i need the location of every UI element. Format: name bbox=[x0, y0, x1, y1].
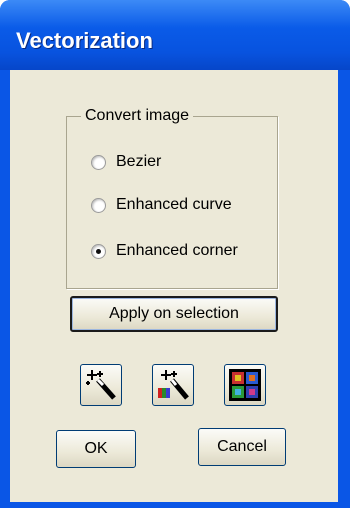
radio-circle-icon bbox=[91, 243, 106, 259]
magic-wand-color-icon bbox=[158, 370, 189, 400]
window-title: Vectorization bbox=[16, 28, 153, 53]
color-grid-icon bbox=[229, 369, 261, 401]
color-grid-button[interactable] bbox=[224, 364, 266, 406]
title-bar[interactable]: Vectorization bbox=[0, 0, 350, 70]
convert-image-group: Convert image Bezier Enhanced curve Enha… bbox=[66, 107, 278, 289]
radio-bezier[interactable]: Bezier bbox=[91, 151, 161, 173]
radio-circle-icon bbox=[91, 154, 106, 170]
ok-button[interactable]: OK bbox=[56, 430, 136, 468]
magic-wand-button[interactable] bbox=[80, 364, 122, 406]
radio-label: Enhanced curve bbox=[116, 196, 232, 213]
cancel-button[interactable]: Cancel bbox=[198, 428, 286, 466]
radio-label: Bezier bbox=[116, 153, 162, 170]
apply-on-selection-button[interactable]: Apply on selection bbox=[70, 296, 278, 332]
radio-label: Enhanced corner bbox=[116, 242, 238, 259]
radio-enhanced-curve[interactable]: Enhanced curve bbox=[91, 194, 232, 216]
group-legend: Convert image bbox=[85, 107, 190, 124]
magic-wand-icon bbox=[86, 370, 116, 400]
dialog-body: Convert image Bezier Enhanced curve Enha… bbox=[10, 70, 338, 502]
radio-selected-dot bbox=[96, 248, 101, 254]
radio-enhanced-corner[interactable]: Enhanced corner bbox=[91, 240, 238, 262]
magic-wand-color-button[interactable] bbox=[152, 364, 194, 406]
vectorization-dialog: Vectorization Convert image Bezier Enhan… bbox=[0, 0, 350, 508]
radio-circle-icon bbox=[91, 197, 106, 213]
